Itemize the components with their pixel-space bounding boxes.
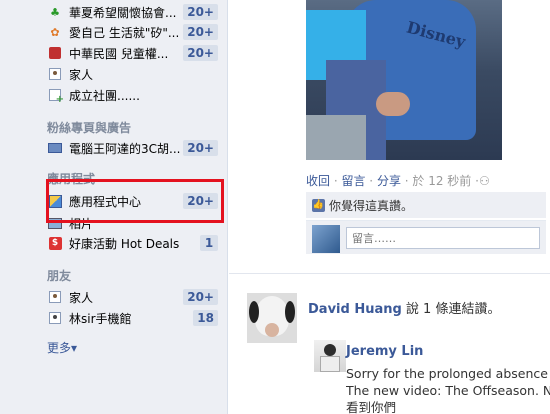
face-shape [265,323,279,337]
count-badge: 20+ [183,45,218,61]
count-badge: 20+ [183,24,218,40]
post-photo[interactable]: Disney [306,0,502,160]
reply-line: 看到你們 [346,400,397,414]
deals-icon: $ [47,235,63,251]
comment-input[interactable] [346,227,540,249]
sidebar-item-lin-sir[interactable]: 林sir手機館 18 [47,308,223,328]
sidebar-item-hot-deals[interactable]: $ 好康活動 Hot Deals 1 [47,233,223,253]
separator: · [365,174,377,188]
post-actions: 收回 · 留言 · 分享 · 於 12 秒前 ·⚇ [306,172,490,189]
friends-heading: 朋友 [47,269,72,283]
flower-icon: ✿ [50,25,60,39]
privacy-icon: ·⚇ [475,174,490,188]
story-header: David Huang 說 1 條連結讚。 [308,298,500,317]
thumbs-up-icon: 👍 [312,198,325,212]
sidebar-item-label: 成立社團...... [69,88,140,103]
story-text: 說 1 條連結讚。 [401,302,501,317]
photo-ground [306,115,366,160]
separator: · [330,174,342,188]
like-text: 你覺得這真讚。 [329,198,414,213]
david-avatar[interactable] [247,293,297,343]
share-link[interactable]: 分享 [377,174,401,188]
reply-line: Sorry for the prolonged absence [346,366,548,381]
count-badge: 20+ [183,140,218,156]
count-badge: 20+ [183,289,218,305]
comment-composer [306,220,546,254]
jeremy-avatar[interactable] [314,340,346,372]
computer-icon [47,140,63,156]
timestamp: 於 12 秒前 [412,174,472,188]
sidebar-item-family-list[interactable]: 家人 20+ [47,287,223,307]
separator: · [400,174,413,188]
sprout-icon: ♣ [50,5,60,19]
comment-link[interactable]: 留言 [341,174,365,188]
highlight-box [46,179,224,223]
sidebar-item-label: 家人 [69,67,94,82]
avatar-body [320,356,340,372]
sidebar-item-group-1[interactable]: ♣ 華夏希望關懷協會... 20+ [47,2,223,22]
reply-line: The new video: The Offseason. N [346,383,550,398]
count-badge: 20+ [183,4,218,20]
news-feed: Disney 收回 · 留言 · 分享 · 於 12 秒前 ·⚇ 👍 你覺得這真… [229,0,550,414]
list-icon [47,310,63,326]
like-summary: 👍 你覺得這真讚。 [306,192,546,218]
count-badge: 1 [200,235,218,251]
count-badge: 18 [193,310,218,326]
photo-hand [376,92,410,116]
create-group-icon [47,87,64,105]
more-link[interactable]: 更多▾ [47,339,77,356]
family-list-icon [47,289,63,305]
user-avatar [312,225,340,253]
sidebar-item-family[interactable]: 家人 [47,64,223,84]
pages-heading: 粉絲專頁與廣告 [47,121,132,135]
reply-author-link[interactable]: Jeremy Lin [346,344,423,359]
reply-text: Sorry for the prolonged absence The new … [346,365,550,414]
collapse-link[interactable]: 收回 [306,174,330,188]
family-icon [47,66,63,82]
gift-icon [47,45,63,61]
dog-ear [285,301,295,323]
sidebar-item-create-group[interactable]: 成立社團...... [47,85,223,105]
avatar-head [324,344,336,356]
divider [229,273,550,274]
sidebar-item-page-1[interactable]: 電腦王阿達的3C胡... 20+ [47,138,223,158]
story-author-link[interactable]: David Huang [308,302,402,317]
sidebar-item-group-3[interactable]: 中華民國 兒童權... 20+ [47,43,223,63]
sidebar-item-group-2[interactable]: ✿ 愛自己 生活就"矽"... 20+ [47,22,223,42]
dog-ear [249,301,259,323]
